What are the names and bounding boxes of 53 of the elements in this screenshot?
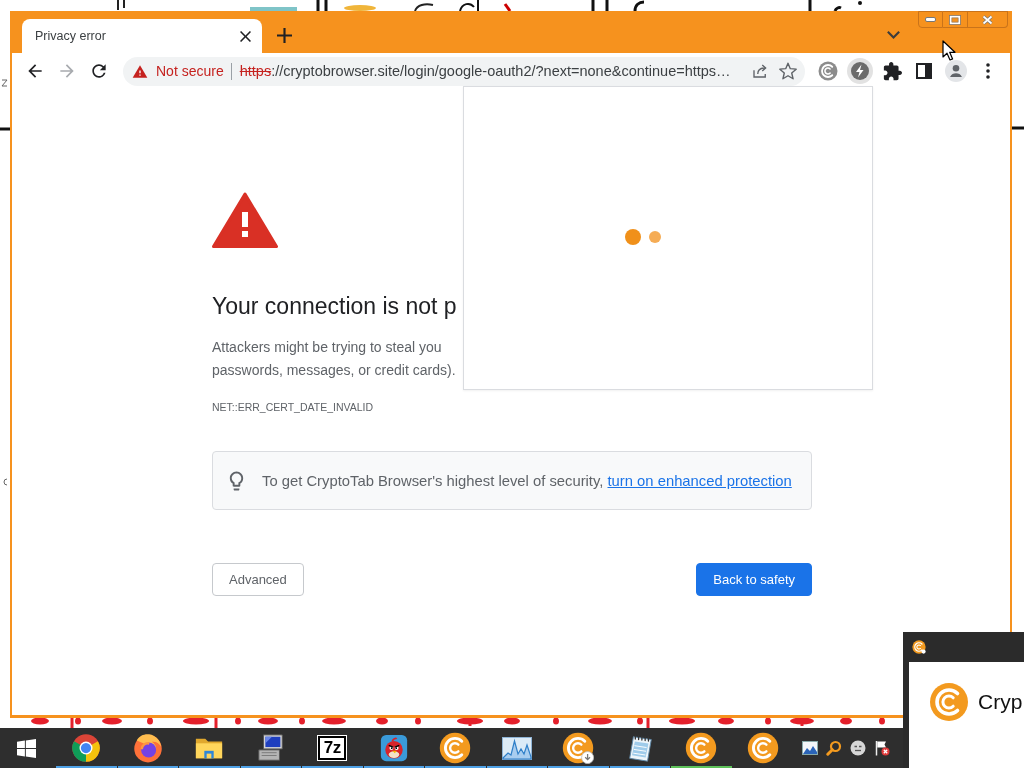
plus-icon [276,27,292,43]
warning-icon [212,192,278,248]
close-icon [239,30,251,42]
minimize-icon [925,17,936,22]
browser-icon [132,733,163,763]
app-logo-icon [562,732,595,764]
close-button[interactable] [968,11,1008,28]
magnifier-icon[interactable] [826,740,842,756]
bird-icon [379,734,408,762]
tab-close-button[interactable] [237,28,253,44]
share-icon [751,62,769,80]
menu-icon [986,63,990,79]
extension-button[interactable] [846,57,874,85]
browser-tab[interactable]: Privacy error [22,19,262,53]
minimize-button[interactable] [918,11,943,28]
profile-button[interactable] [942,57,970,85]
reload-icon [89,61,109,81]
close-icon [982,14,993,25]
body-text: Attackers might be trying to steal you [212,338,442,357]
error-heading: Your connection is not p [212,292,457,321]
flag-icon[interactable] [874,740,890,756]
warning-icon [132,63,148,79]
chevron-down-icon [886,31,900,39]
error-code: NET::ERR_CERT_DATE_INVALID [212,400,374,415]
person-icon [945,60,967,82]
url-text: https://cryptobrowser.site/login/google-oauth2/?next=none&continue=https… [239,63,732,79]
app-logo-icon [929,682,969,722]
puzzle-icon [882,61,902,81]
computer-icon [255,733,286,763]
window-panes-icon [16,738,36,758]
app-logo-icon [912,640,926,654]
enhanced-protection-link[interactable]: turn on enhanced protection [607,472,792,489]
lightbulb-icon [229,470,244,491]
image-icon[interactable] [802,740,818,756]
advanced-button[interactable]: Advanced [212,563,304,596]
star-icon [779,62,797,80]
notification-title: Cryp [978,689,1023,715]
body-text: passwords, messages, or credit cards). [212,361,456,380]
maximize-icon [949,14,961,25]
back-to-safety-button[interactable]: Back to safety [696,563,812,596]
side-panel-icon [916,63,932,79]
lightning-icon [847,58,873,84]
app-logo-icon [746,732,779,764]
tip-text: To get CryptoTab Browser's highest level of security, turn on enhanced protection [262,472,792,489]
address-bar[interactable]: Not secure https://cryptobrowser.site/login/google-oauth2/?next=none&continue=https… [123,56,805,86]
app-logo-icon [439,732,472,764]
app-logo-icon [685,732,718,764]
security-chip[interactable]: Not secure [127,58,224,84]
smiley-icon[interactable] [850,740,866,756]
maximize-button[interactable] [943,11,968,28]
browser-icon [71,733,102,763]
coin-logo-icon [818,61,838,81]
taskbar-button[interactable]: 7z [302,728,363,768]
